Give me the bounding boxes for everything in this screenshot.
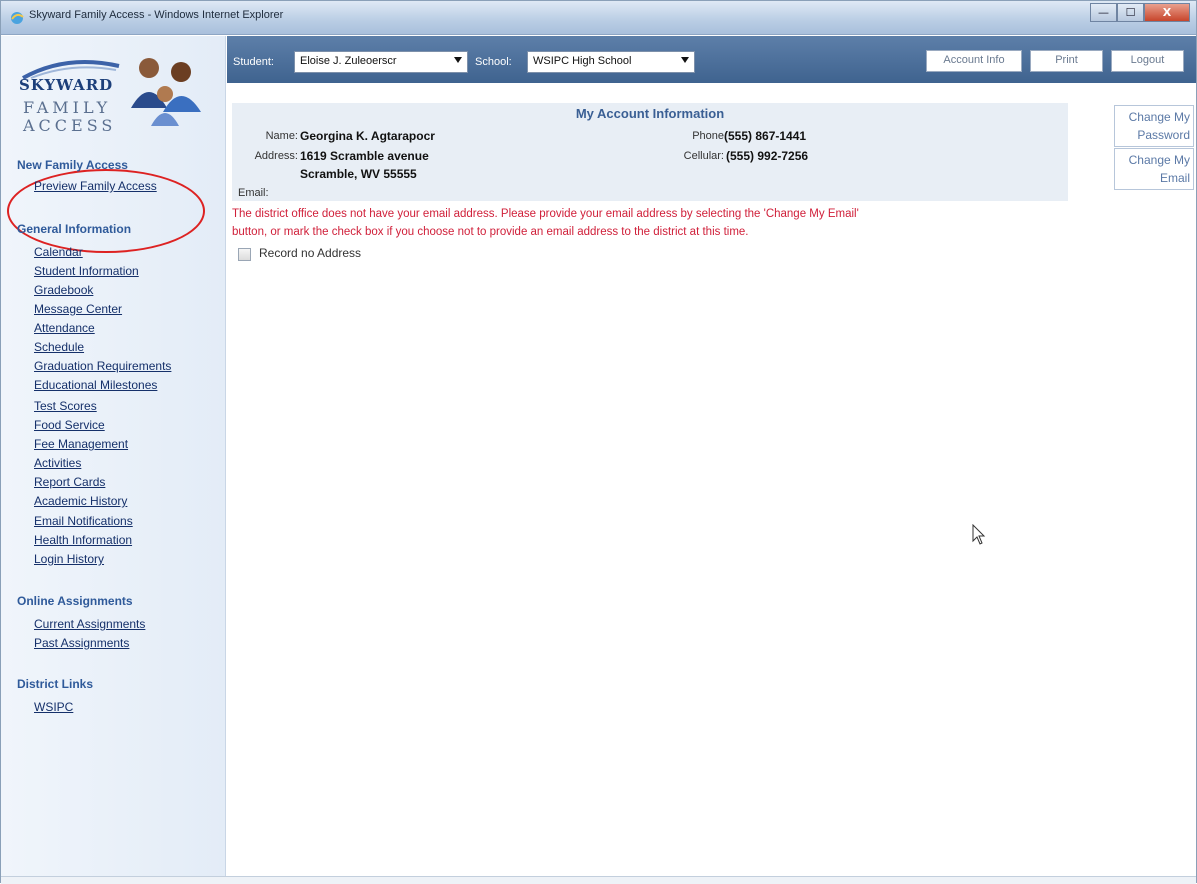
nav-email-notifications[interactable]: Email Notifications [34,514,133,528]
address-line1: 1619 Scramble avenue [300,149,429,163]
student-label: Student: [233,56,274,68]
warning-line1: The district office does not have your e… [232,208,859,220]
nav-login-history[interactable]: Login History [34,552,104,566]
nav-gradebook[interactable]: Gradebook [34,283,93,297]
change-email-line1: Change My [1128,153,1190,167]
logout-button[interactable]: Logout [1111,50,1184,72]
school-select[interactable]: WSIPC High School [527,51,695,73]
nav-fee-management[interactable]: Fee Management [34,437,128,451]
nav-food-service[interactable]: Food Service [34,418,105,432]
account-info-title: My Account Information [575,106,725,121]
nav-message-center[interactable]: Message Center [34,302,122,316]
account-info-button[interactable]: Account Info [926,50,1022,72]
change-password-button[interactable]: Change My Password [1114,105,1194,147]
change-email-line2: Email [1159,171,1190,185]
logo-brand-text: SKYWARD [19,76,114,94]
nav-calendar[interactable]: Calendar [34,245,83,259]
print-button[interactable]: Print [1030,50,1103,72]
maximize-button[interactable]: ☐ [1117,3,1144,22]
name-label: Name: [265,130,298,142]
internet-explorer-icon [11,12,24,24]
change-email-button[interactable]: Change My Email [1114,148,1194,190]
change-password-line1: Change My [1128,110,1190,124]
school-select-value: WSIPC High School [533,55,632,67]
email-warning-message: The district office does not have your e… [232,205,1082,241]
nav-current-assignments[interactable]: Current Assignments [34,617,145,631]
nav-test-scores[interactable]: Test Scores [34,399,97,413]
record-no-address-label: Record no Address [259,246,362,260]
warning-line2: button, or mark the check box if you cho… [232,226,749,238]
nav-graduation-requirements[interactable]: Graduation Requirements [34,359,171,373]
nav-student-information[interactable]: Student Information [34,264,139,278]
cellular-value: (555) 992-7256 [726,149,809,163]
top-navigation-bar: Student: Eloise J. Zuleoerscr School: WS… [227,36,1196,83]
skyward-logo: SKYWARD FAMILY ACCESS [19,48,209,138]
phone-label: Phone [692,130,724,142]
change-password-line2: Password [1137,128,1190,142]
nav-wsipc[interactable]: WSIPC [34,700,73,714]
student-select-value: Eloise J. Zuleoerscr [300,55,397,67]
nav-past-assignments[interactable]: Past Assignments [34,636,129,650]
dropdown-arrow-icon [681,57,689,63]
nav-preview-family-access[interactable]: Preview Family Access [34,179,157,193]
email-label: Email: [238,187,269,199]
nav-schedule[interactable]: Schedule [34,340,84,354]
close-button[interactable]: X [1144,3,1190,22]
address-line2: Scramble, WV 55555 [300,167,417,181]
online-assignments-heading: Online Assignments [17,594,133,608]
nav-health-information[interactable]: Health Information [34,533,132,547]
mouse-cursor-icon [972,524,986,545]
logo-access-text: ACCESS [23,116,117,135]
student-select[interactable]: Eloise J. Zuleoerscr [294,51,468,73]
general-information-heading: General Information [17,222,132,236]
nav-report-cards[interactable]: Report Cards [34,475,105,489]
name-value: Georgina K. Agtarapocr [300,129,435,143]
window-controls: — ☐ X [1090,3,1190,23]
phone-value: (555) 867-1441 [724,129,807,143]
sidebar: SKYWARD FAMILY ACCESS New Family Access … [1,36,226,876]
browser-window: Skyward Family Access - Windows Internet… [0,0,1197,884]
window-title: Skyward Family Access - Windows Internet… [29,9,284,21]
minimize-button[interactable]: — [1090,3,1117,22]
nav-attendance[interactable]: Attendance [34,321,95,335]
school-label: School: [475,56,512,68]
window-titlebar: Skyward Family Access - Windows Internet… [1,1,1196,35]
district-links-heading: District Links [17,677,94,691]
cellular-label: Cellular: [683,150,724,162]
new-family-access-heading: New Family Access [17,158,128,172]
record-no-address-checkbox[interactable] [238,248,251,261]
address-label: Address: [254,150,298,162]
nav-educational-milestones[interactable]: Educational Milestones [34,378,157,392]
nav-activities[interactable]: Activities [34,456,81,470]
logo-family-text: FAMILY [23,98,112,117]
dropdown-arrow-icon [454,57,462,63]
family-people-icon [131,58,201,126]
account-info-panel: My Account Information Name: Georgina K.… [232,103,1068,201]
nav-academic-history[interactable]: Academic History [34,494,127,508]
